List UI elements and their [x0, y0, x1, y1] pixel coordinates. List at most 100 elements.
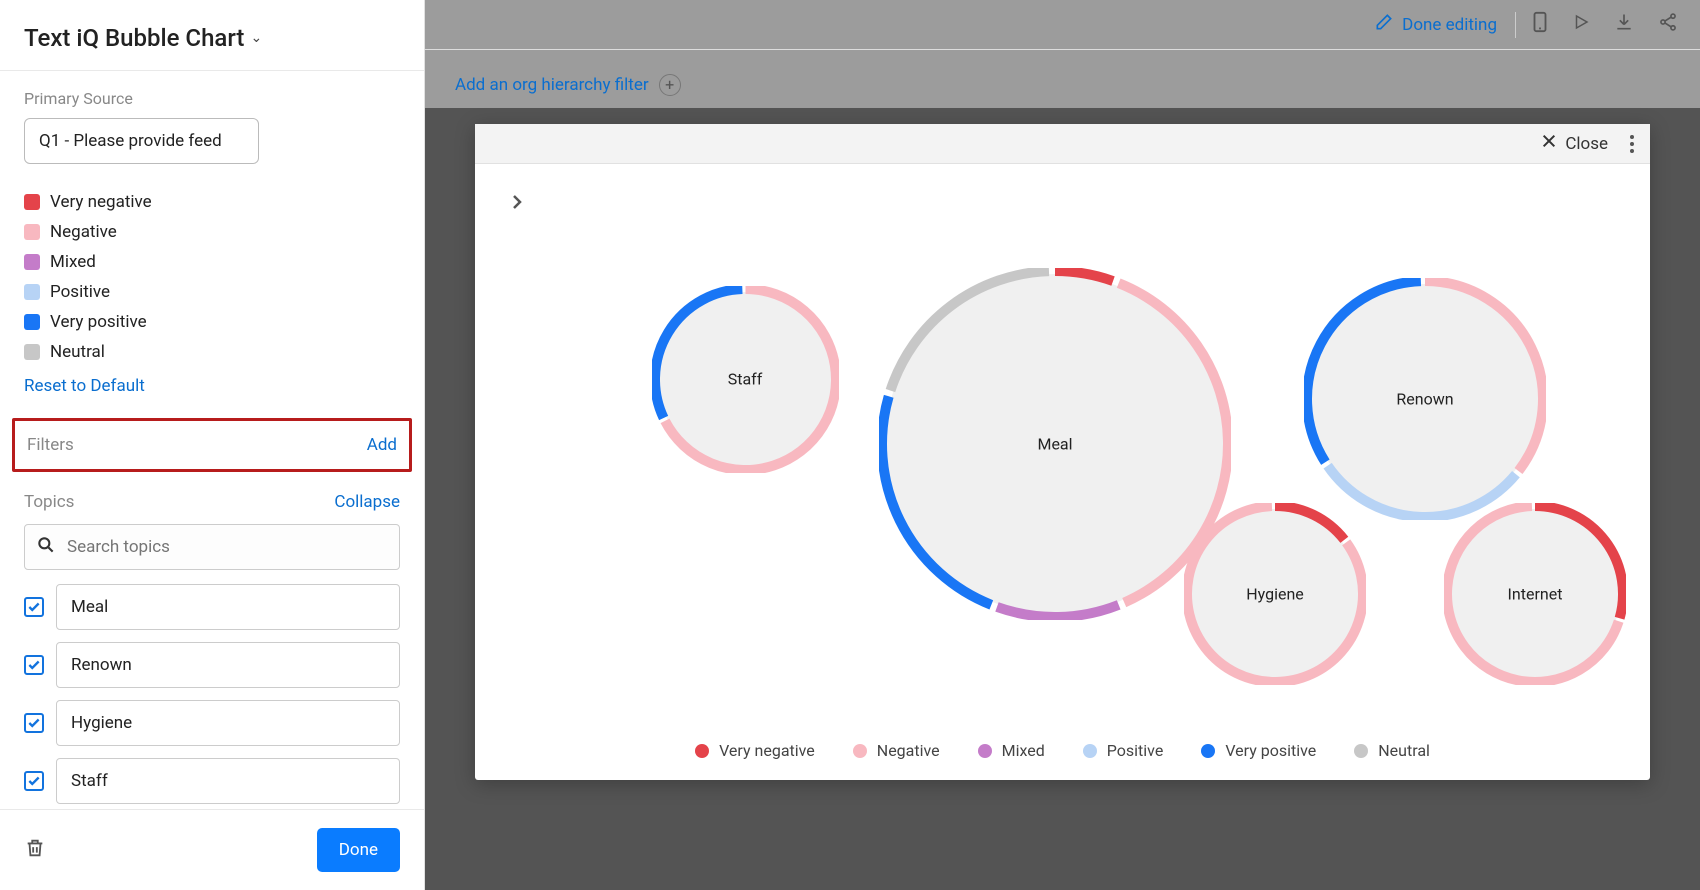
color-swatch	[24, 344, 40, 360]
chart-legend-item: Very negative	[695, 741, 815, 760]
chart-legend: Very negative Negative Mixed Positive Very p…	[475, 741, 1650, 760]
search-icon	[36, 535, 56, 559]
close-icon	[1541, 133, 1557, 154]
chart-legend-item: Negative	[853, 741, 940, 760]
topic-checkbox[interactable]	[24, 655, 44, 675]
play-preview-button[interactable]	[1560, 7, 1602, 42]
download-icon	[1614, 12, 1634, 37]
chart-legend-label: Negative	[877, 741, 940, 760]
chart-legend-item: Positive	[1083, 741, 1164, 760]
delete-button[interactable]	[24, 837, 46, 863]
topic-checkbox[interactable]	[24, 713, 44, 733]
legend-dot-icon	[695, 744, 709, 758]
share-icon	[1658, 12, 1678, 37]
edit-icon	[1374, 12, 1394, 37]
chart-legend-item: Neutral	[1354, 741, 1430, 760]
primary-source-select[interactable]: Q1 - Please provide feed	[24, 118, 259, 164]
topics-search-input[interactable]	[24, 524, 400, 570]
topic-row: Meal	[24, 584, 400, 630]
sidebar-scroll[interactable]: Primary Source Q1 - Please provide feed …	[0, 71, 424, 809]
topic-label[interactable]: Meal	[56, 584, 400, 630]
filters-section-highlighted: Filters Add	[12, 418, 412, 472]
legend-item: Neutral	[24, 342, 400, 362]
bubble-renown[interactable]: Renown	[1310, 284, 1540, 514]
main-canvas: Done editing	[425, 0, 1700, 890]
chart-legend-item: Mixed	[978, 741, 1045, 760]
topbar-divider	[1515, 12, 1516, 38]
topic-label[interactable]: Hygiene	[56, 700, 400, 746]
bubble-internet[interactable]: Internet	[1450, 509, 1620, 679]
chart-panel-header: Close	[475, 124, 1650, 164]
bubble-meal[interactable]: Meal	[885, 274, 1225, 614]
trash-icon	[24, 848, 46, 863]
legend-dot-icon	[1354, 744, 1368, 758]
page-title: Text iQ Bubble Chart	[24, 24, 244, 52]
legend-dot-icon	[853, 744, 867, 758]
chart-panel-options-button[interactable]	[1626, 131, 1638, 157]
color-swatch	[24, 314, 40, 330]
chart-legend-label: Neutral	[1378, 741, 1430, 760]
color-swatch	[24, 194, 40, 210]
legend-label: Positive	[50, 282, 110, 302]
topics-label: Topics	[24, 492, 74, 512]
chart-legend-label: Mixed	[1002, 741, 1045, 760]
legend-dot-icon	[978, 744, 992, 758]
share-button[interactable]	[1646, 6, 1690, 43]
topic-label[interactable]: Staff	[56, 758, 400, 804]
chart-legend-label: Positive	[1107, 741, 1164, 760]
legend-label: Very positive	[50, 312, 147, 332]
plus-circle-icon: +	[659, 74, 681, 96]
filters-add-button[interactable]: Add	[367, 435, 397, 455]
topic-row: Staff	[24, 758, 400, 804]
topic-row: Renown	[24, 642, 400, 688]
chart-legend-label: Very negative	[719, 741, 815, 760]
topic-label[interactable]: Renown	[56, 642, 400, 688]
kebab-dot-icon	[1630, 135, 1634, 139]
chart-panel: Close Meal Renown Staff Hygiene Internet Ver…	[475, 124, 1650, 780]
done-button[interactable]: Done	[317, 828, 400, 872]
legend-item: Mixed	[24, 252, 400, 272]
legend-item: Positive	[24, 282, 400, 302]
hierarchy-filter-bar[interactable]: Add an org hierarchy filter +	[425, 50, 1700, 108]
legend-label: Mixed	[50, 252, 96, 272]
topic-checkbox[interactable]	[24, 597, 44, 617]
color-swatch	[24, 284, 40, 300]
legend-item: Very negative	[24, 192, 400, 212]
legend-label: Neutral	[50, 342, 105, 362]
download-button[interactable]	[1602, 6, 1646, 43]
topics-list: Meal Renown Hygiene Staff Internet	[24, 584, 400, 809]
topics-collapse-button[interactable]: Collapse	[334, 492, 400, 512]
sentiment-legend: Very negative Negative Mixed Positive Very p…	[24, 192, 400, 362]
reset-to-default-link[interactable]: Reset to Default	[24, 376, 145, 396]
bubble-chart-area: Meal Renown Staff Hygiene Internet	[475, 164, 1650, 780]
mobile-preview-button[interactable]	[1520, 5, 1560, 44]
topbar: Done editing	[425, 0, 1700, 50]
sidebar-footer: Done	[0, 809, 424, 890]
chevron-down-icon: ⌄	[250, 30, 262, 46]
hierarchy-filter-label: Add an org hierarchy filter	[455, 75, 649, 95]
sidebar: Text iQ Bubble Chart ⌄ Primary Source Q1…	[0, 0, 425, 890]
topics-search-wrap	[24, 524, 400, 570]
mobile-icon	[1532, 11, 1548, 38]
legend-item: Very positive	[24, 312, 400, 332]
done-editing-button[interactable]: Done editing	[1360, 6, 1511, 43]
legend-item: Negative	[24, 222, 400, 242]
close-label: Close	[1565, 134, 1608, 154]
legend-label: Negative	[50, 222, 117, 242]
play-icon	[1572, 13, 1590, 36]
done-editing-label: Done editing	[1402, 15, 1497, 35]
topic-checkbox[interactable]	[24, 771, 44, 791]
topics-header: Topics Collapse	[24, 492, 400, 512]
chart-legend-item: Very positive	[1201, 741, 1316, 760]
bubble-staff[interactable]: Staff	[658, 292, 833, 467]
chart-body: Meal Renown Staff Hygiene Internet Very nega…	[475, 164, 1650, 780]
chart-panel-close-button[interactable]: Close	[1541, 133, 1608, 154]
chart-legend-label: Very positive	[1225, 741, 1316, 760]
sidebar-header[interactable]: Text iQ Bubble Chart ⌄	[0, 0, 424, 71]
color-swatch	[24, 254, 40, 270]
color-swatch	[24, 224, 40, 240]
legend-label: Very negative	[50, 192, 152, 212]
topic-row: Hygiene	[24, 700, 400, 746]
bubble-hygiene[interactable]: Hygiene	[1190, 509, 1360, 679]
legend-dot-icon	[1201, 744, 1215, 758]
